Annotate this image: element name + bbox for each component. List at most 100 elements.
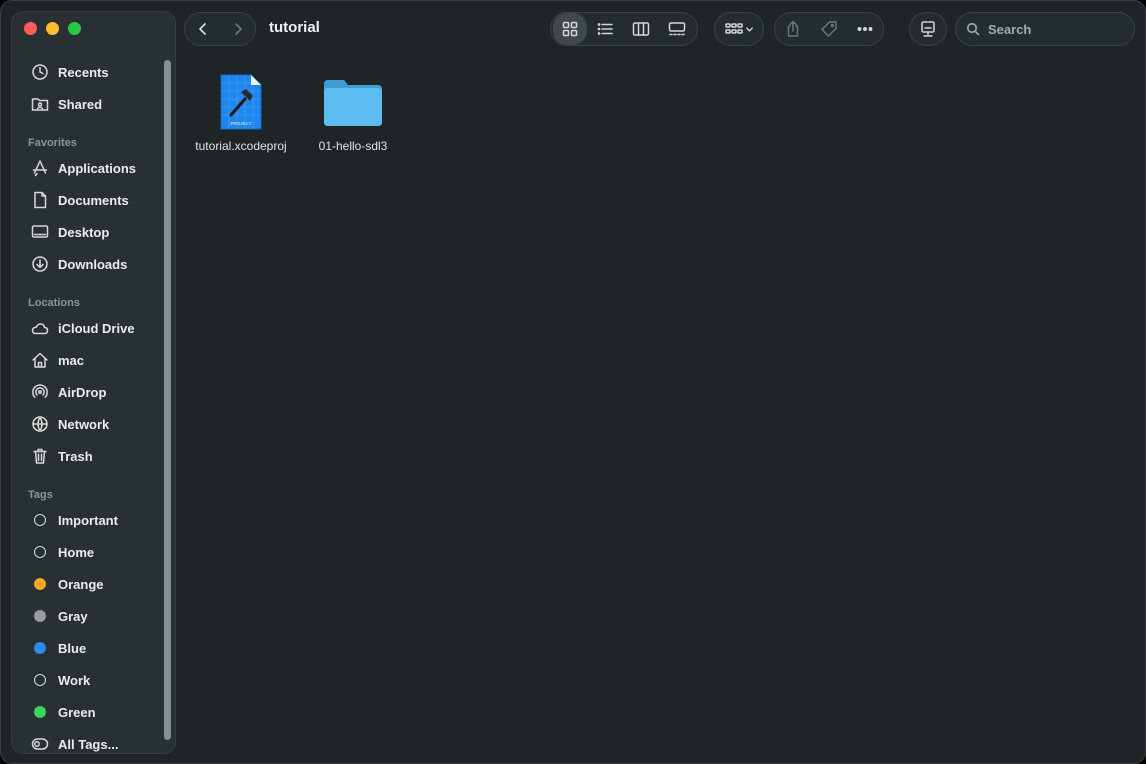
- sidebar-item-label: Downloads: [58, 256, 128, 272]
- sidebar-item-green[interactable]: Green: [12, 696, 161, 728]
- trash-icon: [33, 448, 47, 464]
- sidebar-item-label: Gray: [58, 608, 88, 624]
- tag-icon: [821, 21, 837, 37]
- document-icon: [34, 191, 47, 209]
- column-view-button[interactable]: [623, 13, 659, 45]
- home-icon: [32, 352, 48, 368]
- server-icon: [921, 21, 935, 37]
- sidebar-item-label: Green: [58, 704, 96, 720]
- sidebar-item-label: Blue: [58, 640, 87, 656]
- back-button[interactable]: [185, 13, 220, 45]
- forward-button[interactable]: [220, 13, 255, 45]
- tag-dot-icon: [34, 642, 46, 654]
- sidebar-item-label: Documents: [58, 192, 129, 208]
- list-view-button[interactable]: [587, 13, 623, 45]
- sidebar-item-label: Recents: [58, 64, 109, 80]
- sidebar-item-label: Trash: [58, 448, 93, 464]
- desktop-icon: [31, 225, 49, 238]
- sidebar-item-home[interactable]: Home: [12, 536, 161, 568]
- tag-dot-icon: [34, 546, 46, 558]
- folder-title: tutorial: [269, 19, 320, 36]
- sidebar-item-label: Network: [58, 416, 110, 432]
- chevron-down-icon: [745, 26, 753, 32]
- sidebar-item-label: mac: [58, 352, 85, 368]
- shared-folder-icon: [31, 98, 49, 111]
- share-icon: [787, 20, 799, 37]
- airdrop-icon: [32, 384, 48, 398]
- toolbar: tutorial: [176, 1, 1145, 57]
- sidebar-item-mac[interactable]: mac: [12, 344, 161, 376]
- sidebar-list: Recents Shared Favorites Applications Do…: [12, 56, 161, 753]
- sidebar-item-desktop[interactable]: Desktop: [12, 216, 161, 248]
- gallery-icon: [668, 22, 686, 36]
- sidebar-item-network[interactable]: Network: [12, 408, 161, 440]
- tag-dot-icon: [34, 706, 46, 718]
- sidebar-item-all-tags[interactable]: All Tags...: [12, 728, 161, 760]
- sidebar-item-orange[interactable]: Orange: [12, 568, 161, 600]
- file-name: tutorial.xcodeproj: [195, 139, 287, 153]
- group-by-button[interactable]: [715, 13, 763, 45]
- sidebar-item-recents[interactable]: Recents: [12, 56, 161, 88]
- sidebar-item-work[interactable]: Work: [12, 664, 161, 696]
- tag-dot-icon: [34, 610, 46, 622]
- sidebar-section-favorites: Favorites: [28, 137, 77, 149]
- sidebar-item-label: Important: [58, 512, 118, 528]
- group-grid-icon: [724, 23, 743, 34]
- download-icon: [32, 256, 48, 272]
- actions-group: [774, 12, 884, 46]
- share-button[interactable]: [775, 13, 811, 45]
- sidebar-item-label: Desktop: [58, 224, 110, 240]
- sidebar-section-locations: Locations: [28, 297, 80, 309]
- sidebar-item-icloud-drive[interactable]: iCloud Drive: [12, 312, 161, 344]
- sidebar-item-label: iCloud Drive: [58, 320, 135, 336]
- sidebar-item-important[interactable]: Important: [12, 504, 161, 536]
- sidebar-item-gray[interactable]: Gray: [12, 600, 161, 632]
- sidebar-item-airdrop[interactable]: AirDrop: [12, 376, 161, 408]
- file-item-folder[interactable]: 01-hello-sdl3: [298, 71, 408, 153]
- sidebar-item-downloads[interactable]: Downloads: [12, 248, 161, 280]
- connect-group: [909, 12, 947, 46]
- sidebar-item-documents[interactable]: Documents: [12, 184, 161, 216]
- all-tags-icon: [31, 738, 49, 750]
- tag-dot-icon: [34, 514, 46, 526]
- connect-server-button[interactable]: [910, 13, 946, 45]
- close-window-button[interactable]: [24, 22, 37, 35]
- gallery-view-button[interactable]: [659, 13, 695, 45]
- sidebar-item-label: AirDrop: [58, 384, 107, 400]
- list-icon: [597, 23, 613, 35]
- view-mode-group: [550, 12, 698, 46]
- finder-window: Recents Shared Favorites Applications Do…: [0, 0, 1146, 764]
- grid-icon: [562, 21, 578, 37]
- sidebar-scrollbar[interactable]: [164, 60, 171, 740]
- sidebar-section-tags: Tags: [28, 489, 53, 501]
- sidebar-item-label: Work: [58, 672, 91, 688]
- navigation-group: [184, 12, 256, 46]
- search-input[interactable]: [988, 21, 1128, 37]
- search-field[interactable]: [955, 12, 1135, 46]
- clock-icon: [32, 64, 48, 80]
- sidebar-item-trash[interactable]: Trash: [12, 440, 161, 472]
- window-controls: [24, 22, 81, 35]
- file-item-xcodeproj[interactable]: PROJECT tutorial.xcodeproj: [186, 71, 296, 153]
- project-badge: PROJECT: [230, 121, 251, 126]
- sidebar-item-shared[interactable]: Shared: [12, 88, 161, 120]
- tag-button[interactable]: [811, 13, 847, 45]
- globe-icon: [32, 416, 48, 432]
- sidebar-item-label: Home: [58, 544, 95, 560]
- applications-icon: [32, 160, 48, 177]
- ellipsis-icon: [857, 27, 873, 31]
- minimize-window-button[interactable]: [46, 22, 59, 35]
- more-actions-button[interactable]: [847, 13, 883, 45]
- sidebar-item-label: All Tags...: [58, 736, 119, 752]
- sidebar-item-label: Orange: [58, 576, 104, 592]
- sidebar-item-label: Shared: [58, 96, 103, 112]
- file-browser: PROJECT tutorial.xcodeproj 01-hello-sdl3: [176, 57, 1145, 763]
- file-name: 01-hello-sdl3: [318, 139, 388, 153]
- icon-view-button[interactable]: [553, 13, 587, 45]
- sidebar-item-applications[interactable]: Applications: [12, 152, 161, 184]
- chevron-left-icon: [198, 23, 206, 35]
- maximize-window-button[interactable]: [68, 22, 81, 35]
- sidebar-item-blue[interactable]: Blue: [12, 632, 161, 664]
- tag-dot-icon: [34, 674, 46, 686]
- search-icon: [966, 22, 980, 36]
